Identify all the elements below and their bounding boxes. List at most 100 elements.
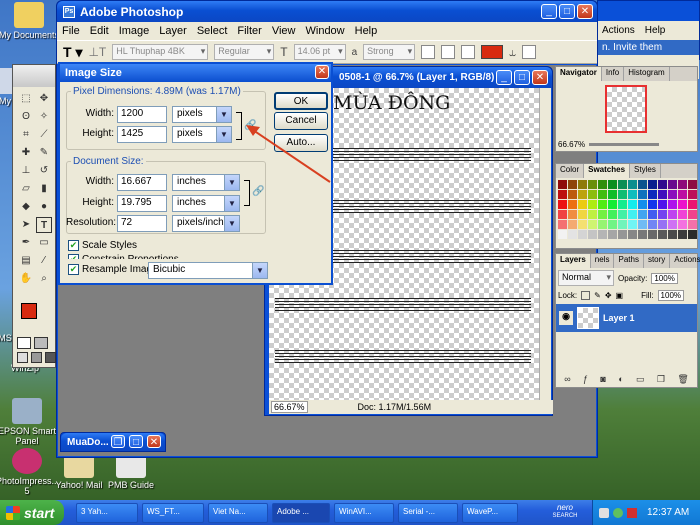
- color-swatch[interactable]: [588, 230, 597, 239]
- adjustment-layer-icon[interactable]: ◐: [618, 374, 623, 385]
- menu-edit[interactable]: Edit: [85, 25, 114, 37]
- lock-all-icon[interactable]: ▣: [616, 291, 624, 300]
- warp-text-icon[interactable]: ⥿: [509, 45, 516, 60]
- color-swatch[interactable]: [678, 180, 687, 189]
- tab-swatches[interactable]: Swatches: [584, 164, 631, 178]
- doc-maximize-button[interactable]: □: [514, 70, 530, 85]
- color-swatch[interactable]: [578, 230, 587, 239]
- font-style-select[interactable]: Regular: [214, 44, 275, 60]
- menu-layer[interactable]: Layer: [154, 25, 192, 37]
- color-swatch[interactable]: [568, 180, 577, 189]
- color-swatch[interactable]: [618, 180, 627, 189]
- palettes-icon[interactable]: [521, 45, 536, 59]
- dialog-titlebar[interactable]: Image Size: [60, 64, 331, 82]
- zoom-tool-icon[interactable]: ⌕: [36, 271, 52, 287]
- minimize-button[interactable]: _: [541, 4, 557, 19]
- color-swatch[interactable]: [598, 210, 607, 219]
- color-swatch[interactable]: [608, 210, 617, 219]
- tab-channels[interactable]: nels: [591, 254, 615, 268]
- magic-wand-tool-icon[interactable]: ✧: [36, 109, 52, 125]
- doc-width-unit-select[interactable]: inches ▼: [172, 174, 240, 191]
- epson-smart-panel-icon[interactable]: EPSON Smart Panel: [0, 398, 58, 446]
- color-swatch[interactable]: [608, 220, 617, 229]
- color-swatch[interactable]: [668, 230, 677, 239]
- menu-help[interactable]: Help: [350, 25, 383, 37]
- trash-icon[interactable]: 🗑: [677, 374, 688, 385]
- standard-mode-icon[interactable]: [17, 337, 31, 349]
- pen-tool-icon[interactable]: ✒: [18, 235, 34, 251]
- color-swatch[interactable]: [648, 230, 657, 239]
- color-swatch[interactable]: [648, 210, 657, 219]
- path-select-icon[interactable]: ➤: [18, 217, 34, 233]
- color-swatch[interactable]: [678, 230, 687, 239]
- clone-stamp-icon[interactable]: ⊥: [18, 163, 34, 179]
- color-swatch[interactable]: [668, 210, 677, 219]
- tray-icon-3[interactable]: [627, 507, 637, 518]
- doc-height-unit-select[interactable]: inches ▼: [172, 195, 240, 212]
- color-swatch[interactable]: [628, 190, 637, 199]
- color-swatch[interactable]: [588, 180, 597, 189]
- color-swatch[interactable]: [648, 220, 657, 229]
- menu-view[interactable]: View: [267, 25, 301, 37]
- color-swatch[interactable]: [588, 190, 597, 199]
- layer-name[interactable]: Layer 1: [603, 313, 635, 323]
- navigator-zoom-slider[interactable]: [589, 143, 660, 146]
- move-tool-icon[interactable]: ✥: [36, 91, 52, 107]
- color-swatch[interactable]: [688, 190, 697, 199]
- fill-input[interactable]: 100%: [657, 290, 685, 301]
- color-swatch[interactable]: [638, 200, 647, 209]
- color-swatch[interactable]: [648, 200, 657, 209]
- tab-history[interactable]: story: [644, 254, 671, 268]
- slice-tool-icon[interactable]: ⟋: [36, 127, 52, 143]
- color-swatch[interactable]: [608, 190, 617, 199]
- color-swatch[interactable]: [618, 190, 627, 199]
- opacity-input[interactable]: 100%: [651, 272, 678, 284]
- tab-actions[interactable]: Actions: [670, 254, 700, 268]
- color-swatch[interactable]: [688, 180, 697, 189]
- color-swatch[interactable]: [678, 190, 687, 199]
- tab-navigator[interactable]: Navigator: [556, 67, 602, 81]
- color-swatch[interactable]: [558, 200, 567, 209]
- color-swatch[interactable]: [558, 180, 567, 189]
- color-swatch[interactable]: [578, 200, 587, 209]
- link-layers-icon[interactable]: ∞: [564, 374, 570, 385]
- color-swatch[interactable]: [628, 230, 637, 239]
- color-swatch[interactable]: [678, 210, 687, 219]
- color-swatch[interactable]: [648, 180, 657, 189]
- px-height-unit-select[interactable]: pixels ▼: [172, 126, 232, 143]
- color-swatch[interactable]: [578, 180, 587, 189]
- taskbar-item[interactable]: Viet Na...: [208, 503, 268, 523]
- ok-button[interactable]: OK: [274, 92, 328, 110]
- font-family-select[interactable]: HL Thuphap 4BK: [112, 44, 209, 60]
- tab-info[interactable]: Info: [602, 67, 625, 81]
- color-swatch[interactable]: [618, 200, 627, 209]
- text-color-swatch[interactable]: [481, 45, 504, 59]
- tab-paths[interactable]: Paths: [614, 254, 644, 268]
- my-documents-icon[interactable]: My Documents: [0, 2, 60, 40]
- px-height-input[interactable]: 1425: [117, 126, 167, 143]
- tab-styles[interactable]: Styles: [630, 164, 661, 178]
- orientation-icon[interactable]: ⊥T: [88, 45, 106, 59]
- taskbar-item[interactable]: 3 Yah...: [76, 503, 138, 523]
- color-swatch[interactable]: [648, 190, 657, 199]
- new-layer-icon[interactable]: ❐: [657, 374, 665, 385]
- color-swatch[interactable]: [638, 220, 647, 229]
- color-swatch[interactable]: [568, 200, 577, 209]
- color-swatch[interactable]: [688, 210, 697, 219]
- px-width-input[interactable]: 1200: [117, 106, 167, 123]
- doc-close-button[interactable]: ✕: [532, 70, 548, 85]
- color-swatch[interactable]: [678, 220, 687, 229]
- type-tool-icon[interactable]: T: [36, 217, 52, 233]
- nero-search[interactable]: nero SEARCH: [545, 502, 585, 522]
- photoshop-titlebar[interactable]: Ps Adobe Photoshop: [57, 1, 597, 22]
- color-swatch[interactable]: [628, 200, 637, 209]
- foreground-color-swatch[interactable]: [21, 303, 37, 319]
- color-swatch[interactable]: [668, 200, 677, 209]
- eraser-tool-icon[interactable]: ▱: [18, 181, 34, 197]
- color-swatch[interactable]: [568, 210, 577, 219]
- lock-position-icon[interactable]: ✥: [605, 291, 612, 300]
- color-swatch[interactable]: [628, 180, 637, 189]
- min-maximize-button[interactable]: □: [129, 435, 143, 448]
- color-swatch[interactable]: [578, 190, 587, 199]
- color-swatch[interactable]: [588, 210, 597, 219]
